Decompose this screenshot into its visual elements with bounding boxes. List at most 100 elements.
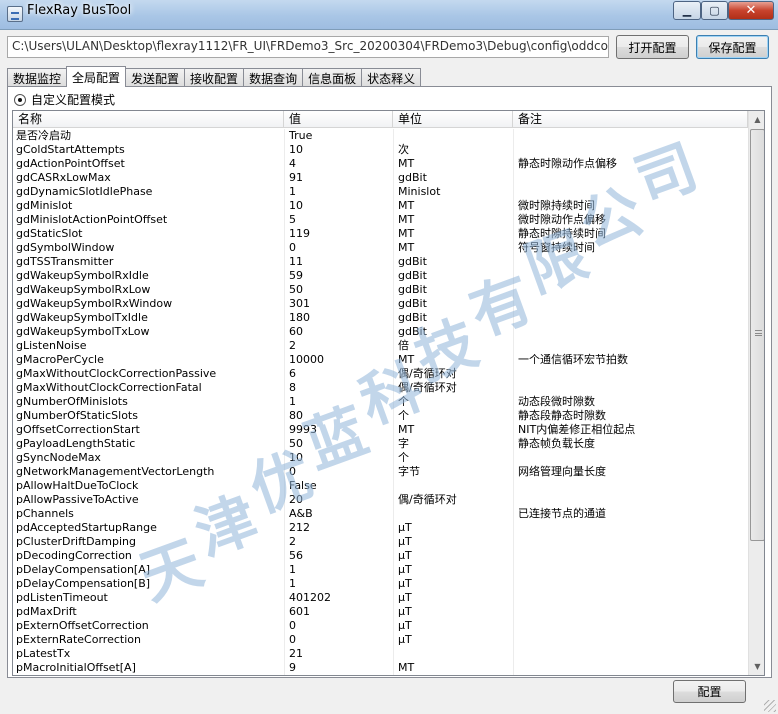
maximize-icon: ▢ <box>709 4 720 17</box>
table-row[interactable]: gdMinislotActionPointOffset 5 MT 微时隙动作点偏移 <box>13 213 748 227</box>
parameter-list[interactable]: 名称 值 单位 备注 是否冷启动 True gColdStartAttempts 10… <box>12 110 765 676</box>
cell-unit: 偶/奇循环对 <box>398 367 457 380</box>
cell-value: 10 <box>289 143 303 156</box>
cell-note <box>513 633 748 647</box>
table-row[interactable]: pClusterDriftDamping 2 μT <box>13 535 748 549</box>
tab-6[interactable]: 状态释义 <box>361 68 422 87</box>
table-row[interactable]: gColdStartAttempts 10 次 <box>13 143 748 157</box>
table-row[interactable]: gMaxWithoutClockCorrectionPassive 6 偶/奇循环对 <box>13 367 748 381</box>
column-header-unit[interactable]: 单位 <box>393 111 513 128</box>
column-header-value[interactable]: 值 <box>284 111 393 128</box>
table-row[interactable]: pDecodingCorrection 56 μT <box>13 549 748 563</box>
table-row[interactable]: gdCASRxLowMax 91 gdBit <box>13 171 748 185</box>
list-body: 是否冷启动 True gColdStartAttempts 10 次 gdActionPo… <box>13 129 748 675</box>
tab-3[interactable]: 接收配置 <box>184 68 245 87</box>
table-row[interactable]: gdWakeupSymbolRxIdle 59 gdBit <box>13 269 748 283</box>
table-row[interactable]: gdWakeupSymbolTxLow 60 gdBit <box>13 325 748 339</box>
cell-note <box>513 451 748 465</box>
tab-1[interactable]: 全局配置 <box>66 66 127 87</box>
open-config-button[interactable]: 打开配置 <box>616 35 689 59</box>
custom-config-mode-radio[interactable]: 自定义配置模式 <box>14 91 115 108</box>
table-row[interactable]: pExternRateCorrection 0 μT <box>13 633 748 647</box>
table-row[interactable]: pdMaxDrift 601 μT <box>13 605 748 619</box>
table-row[interactable]: pdListenTimeout 401202 μT <box>13 591 748 605</box>
cell-unit: 次 <box>398 143 409 156</box>
app-icon <box>7 6 23 22</box>
table-row[interactable]: gOffsetCorrectionStart 9993 MT NIT内偏差修正相位起点 <box>13 423 748 437</box>
table-row[interactable]: gSyncNodeMax 10 个 <box>13 451 748 465</box>
cell-note <box>513 619 748 633</box>
table-row[interactable]: gdWakeupSymbolTxIdle 180 gdBit <box>13 311 748 325</box>
cell-unit: 偶/奇循环对 <box>398 381 457 394</box>
scroll-up-arrow-icon[interactable]: ▲ <box>749 111 764 128</box>
cell-value: 119 <box>289 227 310 240</box>
table-row[interactable]: gNetworkManagementVectorLength 0 字节 网络管理向量长… <box>13 465 748 479</box>
cell-note <box>513 367 748 381</box>
maximize-button[interactable]: ▢ <box>701 1 728 20</box>
cell-value: 2 <box>289 339 296 352</box>
table-row[interactable]: gNumberOfStaticSlots 80 个 静态段静态时隙数 <box>13 409 748 423</box>
cell-value: 401202 <box>289 591 331 604</box>
cell-note: 静态段静态时隙数 <box>518 409 606 422</box>
tab-5[interactable]: 信息面板 <box>302 68 363 87</box>
cell-unit: μT <box>398 535 412 548</box>
table-row[interactable]: gPayloadLengthStatic 50 字 静态帧负载长度 <box>13 437 748 451</box>
cell-value: 9 <box>289 661 296 674</box>
table-row[interactable]: gMaxWithoutClockCorrectionFatal 8 偶/奇循环对 <box>13 381 748 395</box>
column-header-note[interactable]: 备注 <box>513 111 748 128</box>
table-row[interactable]: pAllowPassiveToActive 20 偶/奇循环对 <box>13 493 748 507</box>
table-row[interactable]: pChannels A&B 已连接节点的通道 <box>13 507 748 521</box>
cell-name: pDecodingCorrection <box>16 549 132 562</box>
tab-2[interactable]: 发送配置 <box>125 68 186 87</box>
cell-note <box>513 549 748 563</box>
cell-unit: MT <box>398 661 415 674</box>
cell-note <box>513 283 748 297</box>
table-row[interactable]: gdSymbolWindow 0 MT 符号窗持续时间 <box>13 241 748 255</box>
tab-4[interactable]: 数据查询 <box>243 68 304 87</box>
cell-name: pdMaxDrift <box>16 605 77 618</box>
table-row[interactable]: gdTSSTransmitter 11 gdBit <box>13 255 748 269</box>
table-row[interactable]: 是否冷启动 True <box>13 129 748 143</box>
resize-grip-icon[interactable] <box>764 700 776 712</box>
cell-name: gSyncNodeMax <box>16 451 101 464</box>
table-row[interactable]: gMacroPerCycle 10000 MT 一个通信循环宏节拍数 <box>13 353 748 367</box>
tab-0[interactable]: 数据监控 <box>7 68 68 87</box>
minimize-button[interactable]: ▁ <box>673 1 701 20</box>
cell-note: 微时隙动作点偏移 <box>518 213 606 226</box>
cell-note <box>513 647 748 661</box>
table-row[interactable]: gdWakeupSymbolRxLow 50 gdBit <box>13 283 748 297</box>
table-row[interactable]: gdWakeupSymbolRxWindow 301 gdBit <box>13 297 748 311</box>
table-row[interactable]: pDelayCompensation[B] 1 μT <box>13 577 748 591</box>
table-row[interactable]: gdStaticSlot 119 MT 静态时隙持续时间 <box>13 227 748 241</box>
table-row[interactable]: pAllowHaltDueToClock False <box>13 479 748 493</box>
table-row[interactable]: gdDynamicSlotIdlePhase 1 Minislot <box>13 185 748 199</box>
table-row[interactable]: pDelayCompensation[A] 1 μT <box>13 563 748 577</box>
config-button[interactable]: 配置 <box>673 680 746 703</box>
column-header-name[interactable]: 名称 <box>13 111 284 128</box>
cell-name: gdSymbolWindow <box>16 241 115 254</box>
table-row[interactable]: pLatestTx 21 <box>13 647 748 661</box>
cell-name: gdDynamicSlotIdlePhase <box>16 185 153 198</box>
save-config-button[interactable]: 保存配置 <box>696 35 769 59</box>
scroll-down-arrow-icon[interactable]: ▼ <box>749 658 764 675</box>
scroll-thumb[interactable] <box>750 129 764 541</box>
cell-value: 601 <box>289 605 310 618</box>
cell-name: pdAcceptedStartupRange <box>16 521 157 534</box>
table-row[interactable]: gNumberOfMinislots 1 个 动态段微时隙数 <box>13 395 748 409</box>
radio-button[interactable] <box>14 93 26 106</box>
table-row[interactable]: gdActionPointOffset 4 MT 静态时隙动作点偏移 <box>13 157 748 171</box>
cell-name: gPayloadLengthStatic <box>16 437 136 450</box>
table-row[interactable]: pExternOffsetCorrection 0 μT <box>13 619 748 633</box>
table-row[interactable]: pMacroInitialOffset[A] 9 MT <box>13 661 748 675</box>
vertical-scrollbar[interactable]: ▲ ▼ <box>748 111 764 675</box>
cell-name: pMacroInitialOffset[A] <box>16 661 136 674</box>
cell-note <box>513 129 748 143</box>
table-row[interactable]: pdAcceptedStartupRange 212 μT <box>13 521 748 535</box>
table-row[interactable]: gListenNoise 2 倍 <box>13 339 748 353</box>
close-button[interactable]: ✕ <box>728 1 774 20</box>
cell-value: 21 <box>289 647 303 660</box>
table-row[interactable]: gdMinislot 10 MT 微时隙持续时间 <box>13 199 748 213</box>
cell-value: 180 <box>289 311 310 324</box>
config-path-field[interactable]: C:\Users\ULAN\Desktop\flexray1112\FR_UI\… <box>7 36 609 58</box>
cell-note <box>513 605 748 619</box>
